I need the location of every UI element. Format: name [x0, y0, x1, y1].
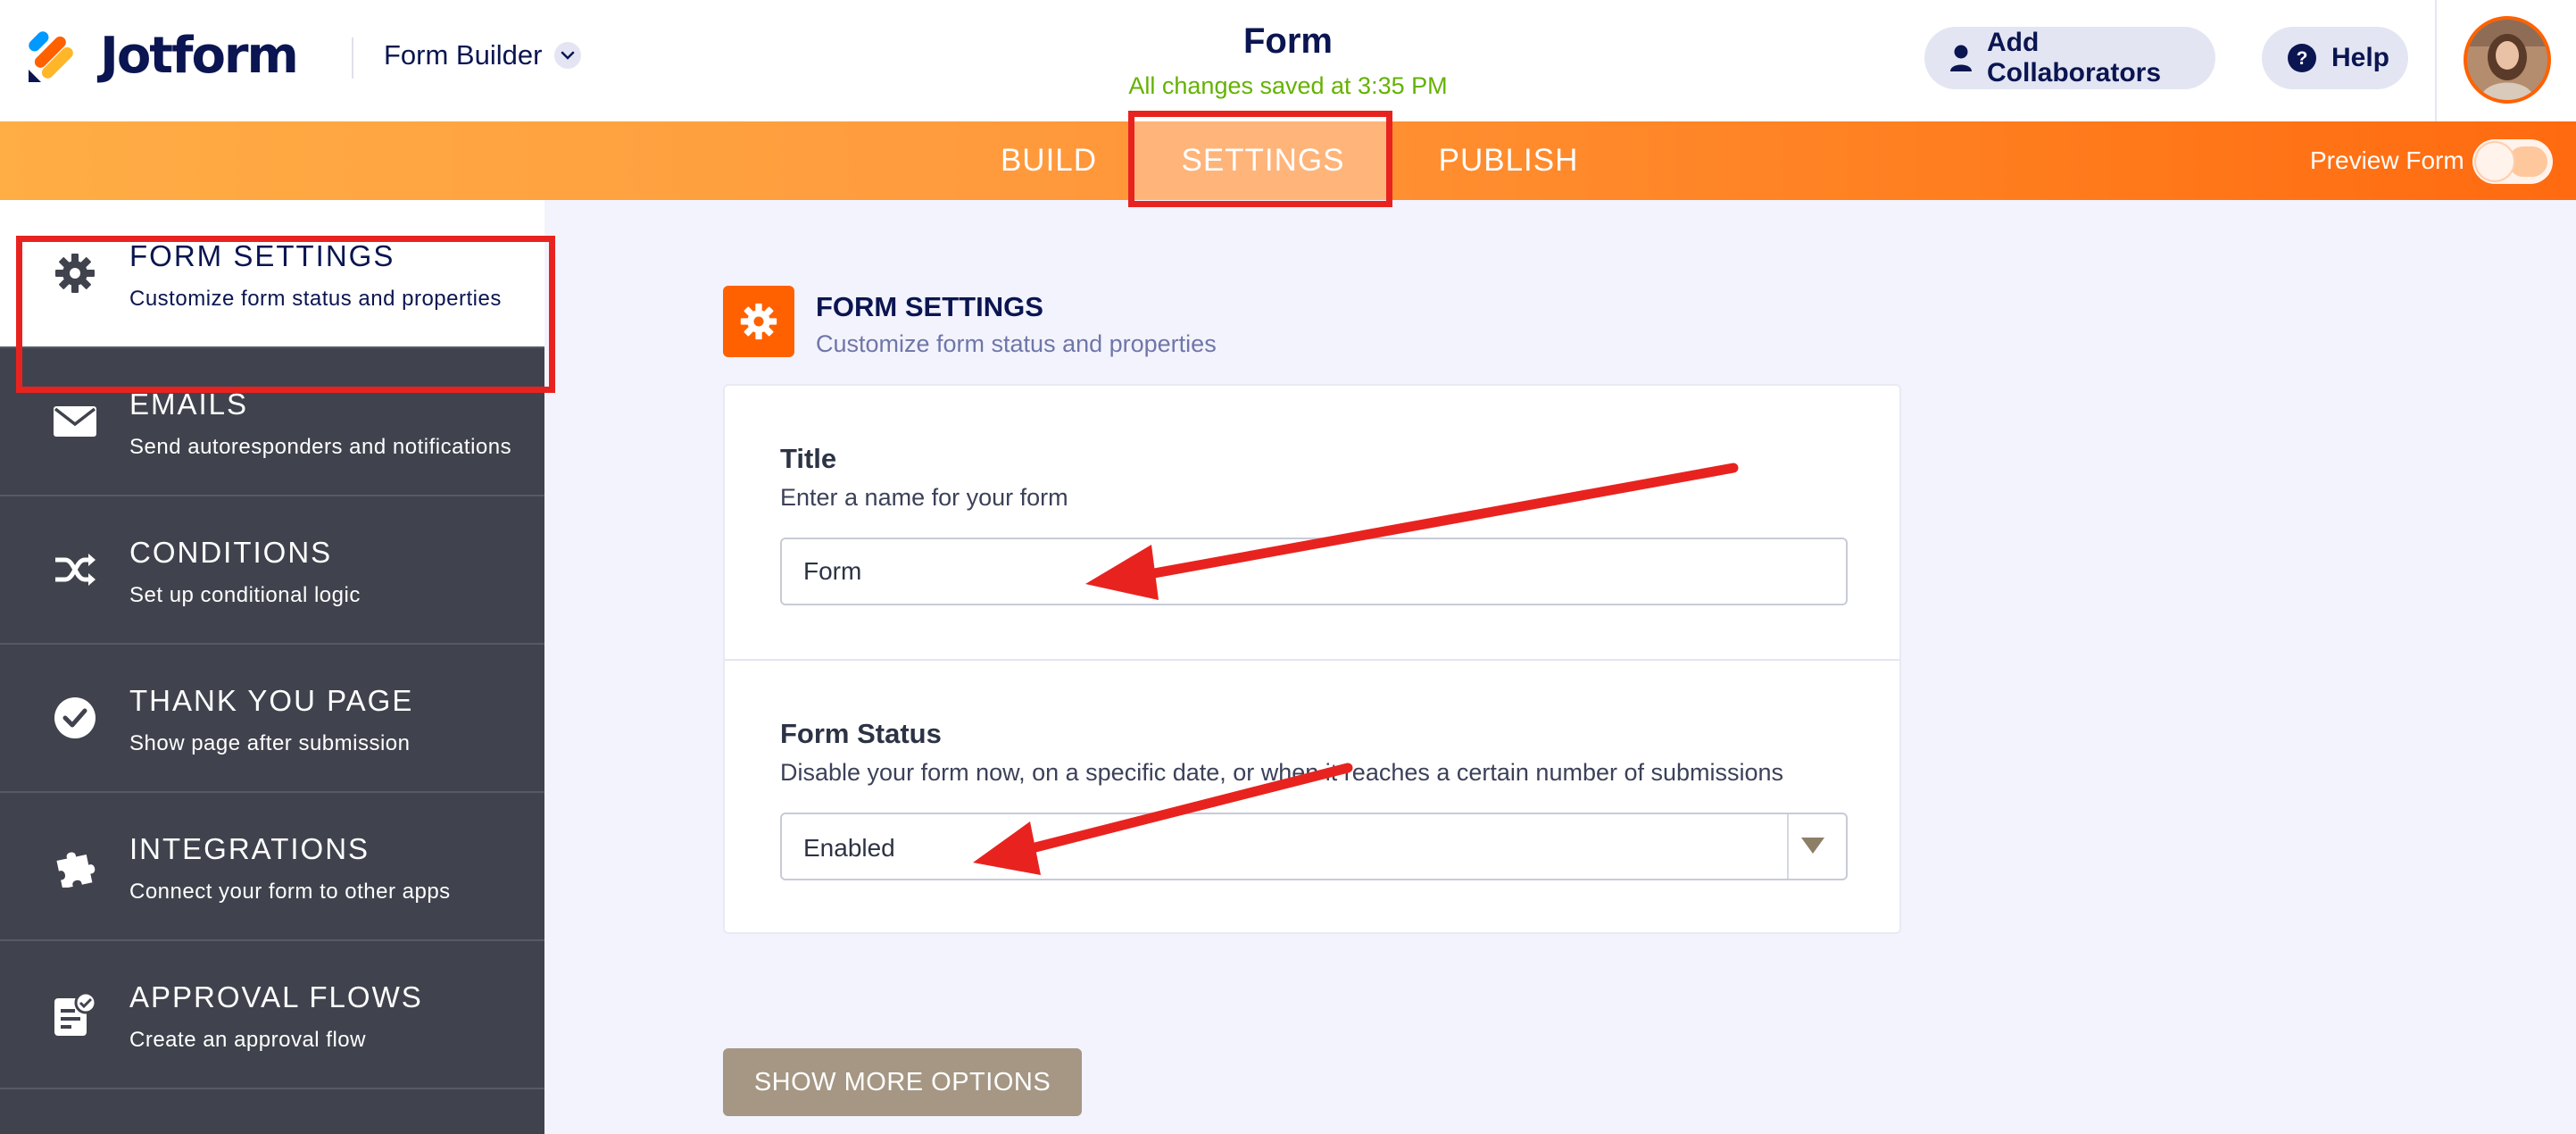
shuffle-icon — [52, 546, 98, 593]
form-builder-label: Form Builder — [384, 39, 543, 71]
user-icon — [1949, 44, 1973, 72]
card-divider — [725, 659, 1899, 661]
preview-form-label: Preview Form — [2310, 146, 2464, 174]
form-status-label: Form Status — [780, 718, 942, 749]
form-title[interactable]: Form — [982, 21, 1594, 62]
sidebar-item-integrations[interactable]: INTEGRATIONS Connect your form to other … — [0, 793, 544, 941]
sidebar-item-title: FORM SETTINGS — [129, 239, 395, 272]
header-divider — [352, 38, 353, 79]
settings-sidebar: FORM SETTINGS Customize form status and … — [0, 200, 544, 1134]
form-status-value: Enabled — [803, 834, 895, 862]
sidebar-item-conditions[interactable]: CONDITIONS Set up conditional logic — [0, 496, 544, 645]
form-builder-dropdown[interactable]: Form Builder — [384, 39, 582, 71]
sidebar-item-desc: Show page after submission — [129, 731, 411, 755]
sidebar-item-thank-you-page[interactable]: THANK YOU PAGE Show page after submissio… — [0, 645, 544, 793]
sidebar-item-title: EMAILS — [129, 388, 249, 421]
preview-form-toggle[interactable] — [2472, 139, 2553, 184]
tab-publish[interactable]: PUBLISH — [1419, 121, 1598, 200]
toggle-track — [2508, 146, 2547, 177]
form-status-description: Disable your form now, on a specific dat… — [780, 759, 1784, 786]
chevron-down-icon — [554, 42, 582, 69]
envelope-icon — [52, 398, 98, 445]
top-header: Jotform Form Builder Form All changes sa… — [0, 0, 2576, 121]
toggle-knob — [2476, 143, 2514, 180]
sidebar-item-title: CONDITIONS — [129, 536, 333, 569]
sidebar-item-desc: Set up conditional logic — [129, 583, 361, 607]
sidebar-item-title: APPROVAL FLOWS — [129, 980, 423, 1013]
header-divider-right — [2435, 0, 2437, 121]
save-status: All changes saved at 3:35 PM — [1128, 72, 1448, 99]
svg-text:?: ? — [2297, 48, 2308, 69]
add-collaborators-label: Add Collaborators — [1987, 28, 2162, 88]
jotform-logo-icon — [25, 29, 80, 84]
help-label: Help — [2331, 43, 2390, 72]
approval-icon — [52, 991, 98, 1038]
sidebar-item-title: THANK YOU PAGE — [129, 684, 414, 717]
settings-card: Title Enter a name for your form Form St… — [723, 384, 1901, 934]
title-field-label: Title — [780, 443, 837, 474]
check-circle-icon — [52, 695, 98, 741]
puzzle-icon — [52, 843, 98, 889]
title-field-description: Enter a name for your form — [780, 484, 1068, 511]
jotform-logo[interactable]: Jotform — [25, 27, 299, 85]
form-title-block: Form All changes saved at 3:35 PM — [982, 21, 1594, 100]
section-description: Customize form status and properties — [816, 330, 1217, 357]
sidebar-item-approval-flows[interactable]: APPROVAL FLOWS Create an approval flow — [0, 941, 544, 1089]
logo-wordmark: Jotform — [100, 27, 299, 85]
sidebar-item-desc: Customize form status and properties — [129, 287, 502, 311]
sidebar-item-desc: Send autoresponders and notifications — [129, 435, 512, 459]
caret-down-icon — [1801, 838, 1824, 854]
section-title: FORM SETTINGS — [816, 291, 1043, 322]
user-avatar[interactable] — [2464, 16, 2551, 104]
tab-settings[interactable]: SETTINGS — [1134, 121, 1392, 200]
sidebar-item-title: INTEGRATIONS — [129, 832, 370, 865]
sidebar-item-desc: Create an approval flow — [129, 1028, 366, 1052]
sidebar-item-desc: Connect your form to other apps — [129, 880, 451, 904]
gear-icon — [52, 250, 98, 296]
show-more-options-button[interactable]: SHOW MORE OPTIONS — [723, 1048, 1082, 1116]
form-title-input[interactable] — [780, 538, 1848, 605]
tab-build[interactable]: BUILD — [991, 121, 1107, 200]
form-status-select[interactable]: Enabled — [780, 813, 1848, 880]
sidebar-item-emails[interactable]: EMAILS Send autoresponders and notificat… — [0, 348, 544, 496]
main-nav-bar: BUILD SETTINGS PUBLISH Preview Form — [0, 121, 2576, 200]
help-button[interactable]: ? Help — [2262, 27, 2408, 89]
add-collaborators-button[interactable]: Add Collaborators — [1924, 27, 2215, 89]
question-circle-icon: ? — [2287, 43, 2317, 73]
sidebar-item-form-settings[interactable]: FORM SETTINGS Customize form status and … — [0, 200, 544, 348]
select-divider — [1787, 814, 1789, 879]
section-gear-icon — [723, 286, 794, 357]
